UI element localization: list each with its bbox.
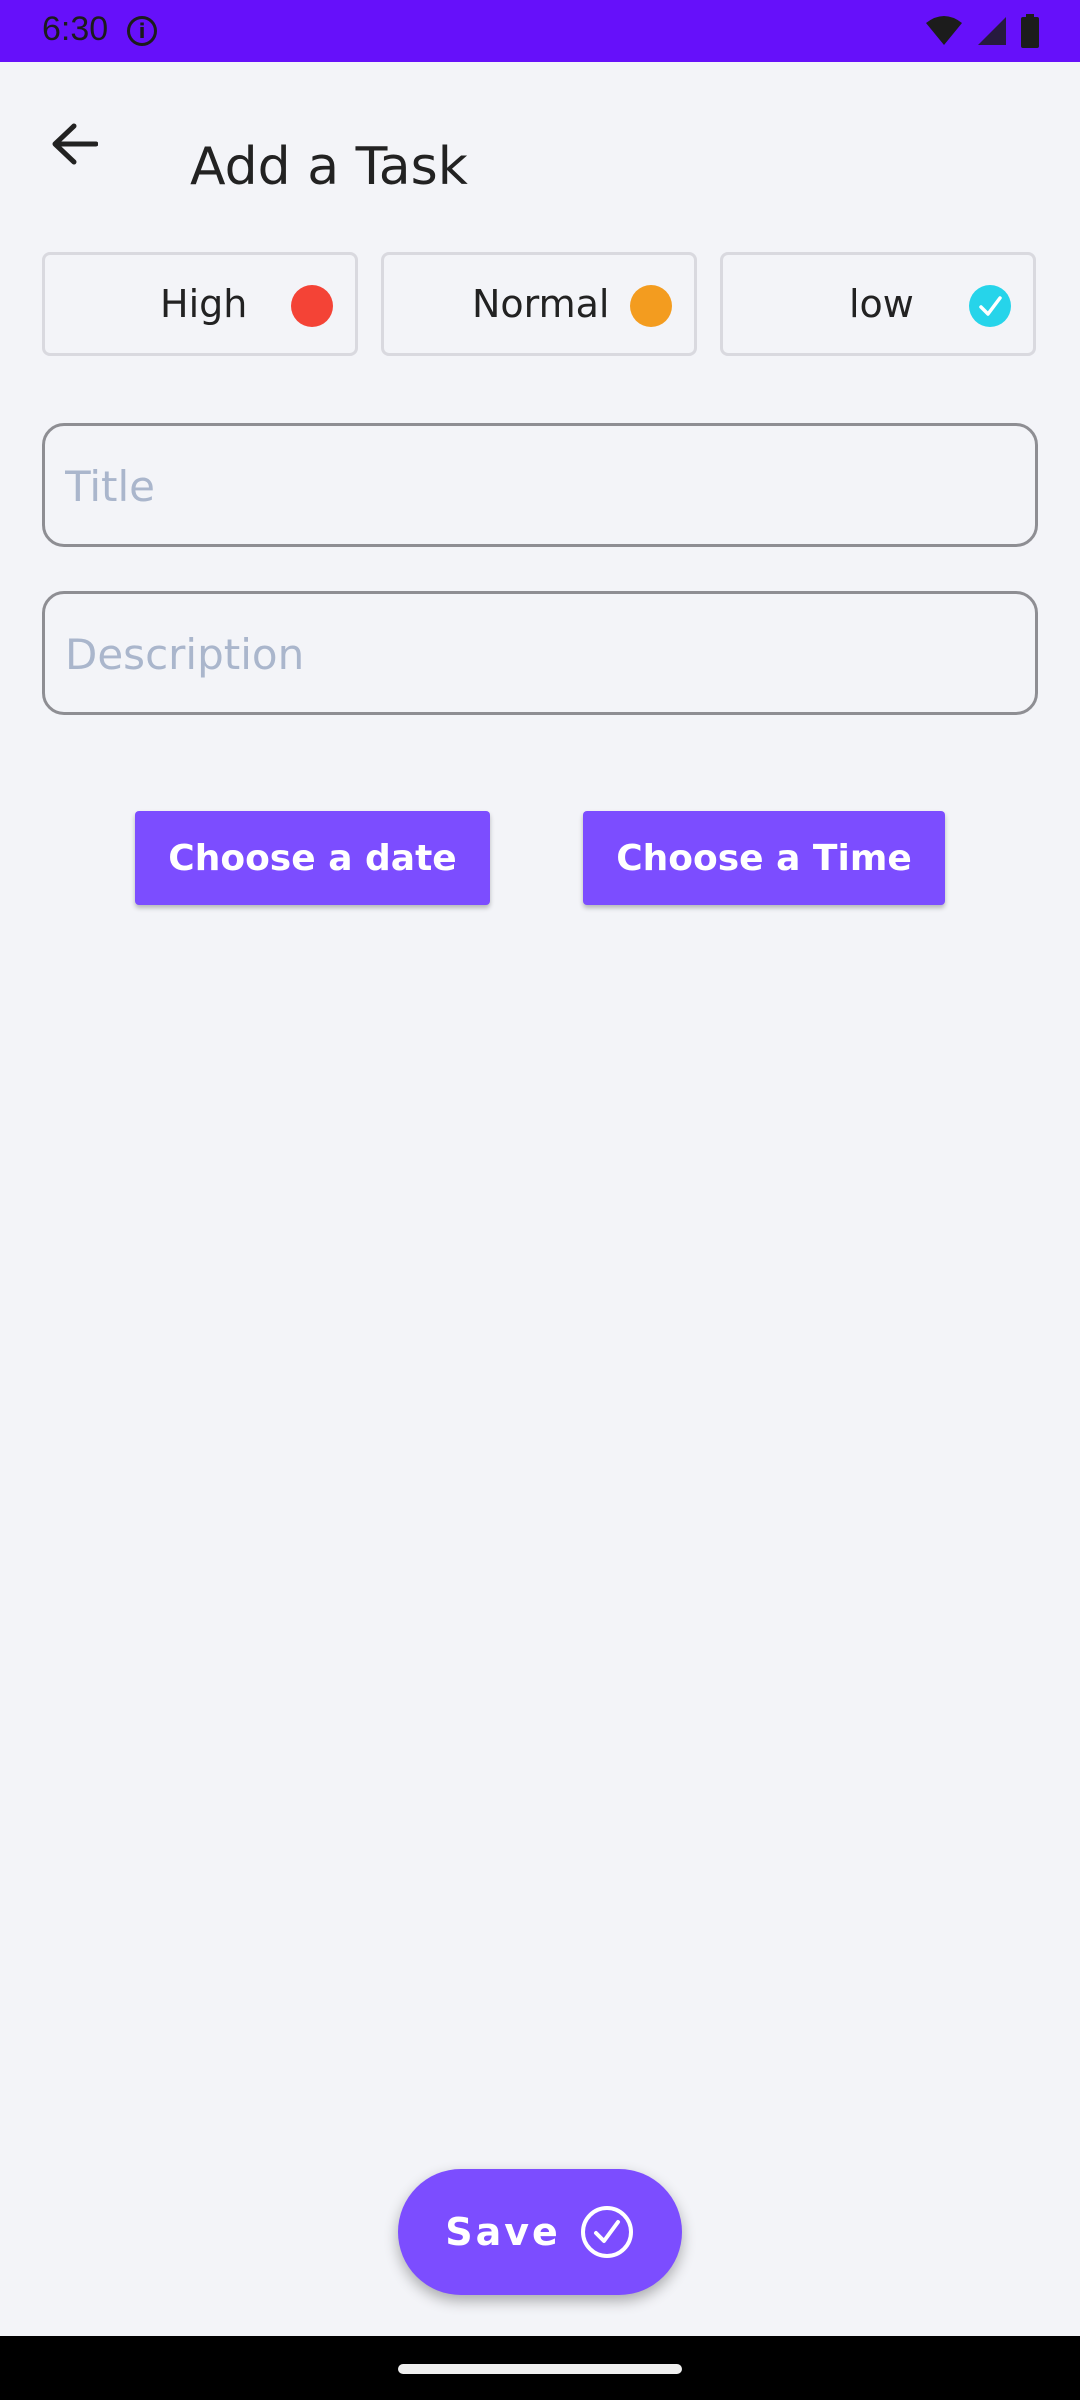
back-button[interactable] <box>36 106 112 182</box>
status-time: 6:30 <box>42 10 109 48</box>
priority-high-dot <box>291 285 333 327</box>
priority-normal-dot <box>630 285 672 327</box>
description-input[interactable] <box>63 594 1007 714</box>
save-button[interactable]: Save <box>398 2169 682 2295</box>
navigation-bar <box>0 2336 1080 2400</box>
status-icons <box>924 14 1040 48</box>
page-title: Add a Task <box>190 136 468 197</box>
signal-icon <box>978 17 1006 45</box>
priority-normal-chip[interactable]: Normal <box>381 252 697 356</box>
priority-low-chip[interactable]: low <box>720 252 1036 356</box>
info-icon: i <box>127 16 157 46</box>
save-label: Save <box>445 2210 561 2254</box>
battery-icon <box>1021 14 1039 48</box>
priority-normal-label: Normal <box>472 282 610 326</box>
choose-date-button[interactable]: Choose a date <box>135 811 490 905</box>
wifi-icon <box>926 16 962 45</box>
choose-time-button[interactable]: Choose a Time <box>583 811 945 905</box>
priority-high-chip[interactable]: High <box>42 252 358 356</box>
priority-high-label: High <box>160 282 248 326</box>
check-circle-icon <box>580 2206 633 2258</box>
app-bar: Add a Task <box>0 62 1080 212</box>
home-gesture-handle[interactable] <box>398 2364 682 2374</box>
arrow-left-icon <box>52 123 98 165</box>
check-icon <box>969 285 1011 327</box>
title-field[interactable] <box>42 423 1038 547</box>
status-bar: 6:30 i <box>0 0 1080 62</box>
description-field[interactable] <box>42 591 1038 715</box>
priority-low-label: low <box>849 282 914 326</box>
title-input[interactable] <box>63 426 1007 546</box>
